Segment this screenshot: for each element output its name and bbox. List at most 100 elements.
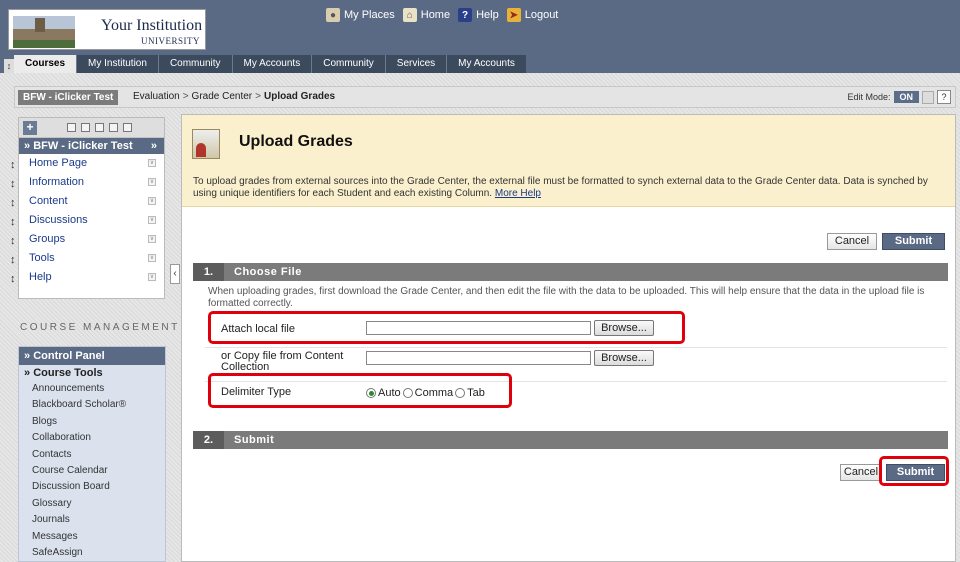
control-panel: » Control Panel » Course Tools Announcem… bbox=[18, 346, 166, 562]
drag-handle-icon[interactable]: ↕ bbox=[10, 175, 16, 194]
help-label: Help bbox=[476, 9, 499, 21]
chevron-down-icon[interactable]: ∨ bbox=[148, 254, 156, 262]
step-1-header: 1. Choose File bbox=[193, 263, 948, 281]
edit-mode-help-button[interactable]: ? bbox=[937, 90, 951, 104]
course-menu: + » BFW - iClicker Test » ↕ Home Page ∨ ↕ I… bbox=[10, 117, 165, 299]
submit-button[interactable]: Submit bbox=[882, 233, 945, 250]
breadcrumb-current: Upload Grades bbox=[263, 91, 336, 102]
menu-item-label: Help bbox=[29, 271, 52, 283]
tool-link[interactable]: Collaboration bbox=[19, 430, 165, 446]
new-window-icon[interactable] bbox=[95, 123, 104, 132]
home-link[interactable]: ⌂ Home bbox=[402, 8, 451, 22]
my-places-label: My Places bbox=[344, 9, 395, 21]
collapse-menu-button[interactable]: ‹ bbox=[170, 264, 180, 284]
menu-item-information[interactable]: ↕ Information ∨ bbox=[10, 173, 164, 192]
tab-my-institution[interactable]: My Institution bbox=[76, 55, 158, 73]
attach-browse-button[interactable]: Browse... bbox=[594, 320, 654, 336]
tool-link[interactable]: SafeAssign bbox=[19, 545, 165, 561]
tab-courses[interactable]: Courses bbox=[14, 55, 77, 73]
tab-my-accounts-2[interactable]: My Accounts bbox=[446, 55, 526, 73]
content-collection-label: or Copy file from Content Collection bbox=[221, 350, 344, 373]
more-help-link[interactable]: More Help bbox=[495, 188, 541, 199]
edit-mode-label: Edit Mode: bbox=[847, 92, 891, 102]
tab-community[interactable]: Community bbox=[157, 55, 232, 73]
menu-item-label: Home Page bbox=[29, 157, 88, 169]
tool-link[interactable]: Journals bbox=[19, 512, 165, 528]
tool-link[interactable]: Blogs bbox=[19, 414, 165, 430]
institution-logo[interactable]: Your Institution UNIVERSITY bbox=[8, 9, 206, 50]
content-collection-browse-button[interactable]: Browse... bbox=[594, 350, 654, 366]
chevron-down-icon[interactable]: ∨ bbox=[148, 216, 156, 224]
tool-link[interactable]: Contacts bbox=[19, 447, 165, 463]
menu-item-help[interactable]: ↕ Help ∨ bbox=[10, 268, 164, 287]
menu-item-content[interactable]: ↕ Content ∨ bbox=[10, 192, 164, 211]
chevron-down-icon[interactable]: ∨ bbox=[148, 273, 156, 281]
menu-item-label: Groups bbox=[29, 233, 66, 245]
menu-item-discussions[interactable]: ↕ Discussions ∨ bbox=[10, 211, 164, 230]
course-breadcrumb[interactable]: BFW - iClicker Test bbox=[18, 90, 119, 105]
menu-item-groups[interactable]: ↕ Groups ∨ bbox=[10, 230, 164, 249]
main-tabs: Courses My Institution Community My Acco… bbox=[14, 55, 526, 73]
page-description: To upload grades from external sources i… bbox=[193, 176, 948, 200]
main-content: Upload Grades To upload grades from exte… bbox=[181, 114, 956, 562]
top-links: ● My Places ⌂ Home ? Help ➤ Logout bbox=[326, 8, 558, 22]
edit-mode-off-segment[interactable] bbox=[922, 90, 934, 104]
edit-mode-control: Edit Mode: ON ? bbox=[847, 90, 951, 104]
tool-link[interactable]: Blackboard Scholar® bbox=[19, 397, 165, 413]
control-panel-header[interactable]: » Control Panel bbox=[19, 347, 165, 365]
my-places-link[interactable]: ● My Places bbox=[326, 8, 395, 22]
tab-my-accounts[interactable]: My Accounts bbox=[231, 55, 312, 73]
menu-item-label: Information bbox=[29, 176, 85, 188]
tool-link[interactable]: Course Calendar bbox=[19, 463, 165, 479]
tool-link[interactable]: Glossary bbox=[19, 496, 165, 512]
edit-mode-toggle[interactable]: ON bbox=[893, 91, 919, 103]
folder-view-icon[interactable] bbox=[81, 123, 90, 132]
tab-community-2[interactable]: Community bbox=[311, 55, 385, 73]
drag-handle-icon[interactable]: ↕ bbox=[10, 156, 16, 175]
page-title: Upload Grades bbox=[239, 133, 353, 150]
drag-handle-icon[interactable]: ↕ bbox=[10, 270, 16, 289]
chevron-down-icon[interactable]: ∨ bbox=[148, 197, 156, 205]
radio-comma[interactable] bbox=[402, 388, 413, 398]
menu-item-home-page[interactable]: ↕ Home Page ∨ bbox=[10, 154, 164, 173]
home-label: Home bbox=[420, 9, 451, 21]
refresh-icon[interactable] bbox=[109, 123, 118, 132]
drag-handle-icon[interactable]: ↕ bbox=[10, 251, 16, 270]
menu-item-label: Content bbox=[29, 195, 68, 207]
breadcrumb-grade-center[interactable]: Grade Center bbox=[192, 91, 253, 102]
chevron-down-icon[interactable]: ∨ bbox=[148, 178, 156, 186]
menu-item-label: Tools bbox=[29, 252, 55, 264]
chevron-down-icon[interactable]: ∨ bbox=[148, 235, 156, 243]
tab-services[interactable]: Services bbox=[384, 55, 447, 73]
tree-view-icon[interactable] bbox=[123, 123, 132, 132]
content-collection-input[interactable] bbox=[366, 351, 591, 365]
drag-handle-icon[interactable]: ↕ bbox=[10, 194, 16, 213]
tool-link[interactable]: Discussion Board bbox=[19, 479, 165, 495]
logout-link[interactable]: ➤ Logout bbox=[506, 8, 558, 22]
control-panel-title: Control Panel bbox=[33, 350, 105, 362]
radio-auto[interactable] bbox=[366, 388, 376, 398]
radio-tab[interactable] bbox=[455, 388, 466, 398]
step-number: 1. bbox=[193, 263, 224, 281]
bottom-submit-button[interactable]: Submit bbox=[886, 464, 945, 481]
drag-handle-icon[interactable]: ↕ bbox=[10, 213, 16, 232]
drag-handle-icon[interactable]: ↕ bbox=[10, 232, 16, 251]
cancel-button[interactable]: Cancel bbox=[827, 233, 877, 250]
tool-link[interactable]: Announcements bbox=[19, 381, 165, 397]
home-icon: ⌂ bbox=[402, 8, 417, 22]
step-title: Submit bbox=[234, 434, 275, 446]
menu-item-tools[interactable]: ↕ Tools ∨ bbox=[10, 249, 164, 268]
tool-link[interactable]: Messages bbox=[19, 529, 165, 545]
breadcrumb-evaluation[interactable]: Evaluation bbox=[133, 91, 180, 102]
help-link[interactable]: ? Help bbox=[458, 8, 499, 22]
attach-file-input[interactable] bbox=[366, 321, 591, 335]
bottom-cancel-button[interactable]: Cancel bbox=[840, 464, 882, 481]
breadcrumb-separator: > bbox=[255, 91, 261, 102]
list-view-icon[interactable] bbox=[67, 123, 76, 132]
chevron-down-icon[interactable]: ∨ bbox=[148, 159, 156, 167]
tabs-expand-handle[interactable]: ↕ bbox=[4, 59, 14, 73]
course-tools-section[interactable]: » Course Tools bbox=[19, 365, 165, 381]
course-menu-title[interactable]: » BFW - iClicker Test » bbox=[19, 138, 164, 154]
add-menu-item-button[interactable]: + bbox=[23, 121, 37, 135]
course-management-heading: COURSE MANAGEMENT bbox=[20, 322, 180, 333]
